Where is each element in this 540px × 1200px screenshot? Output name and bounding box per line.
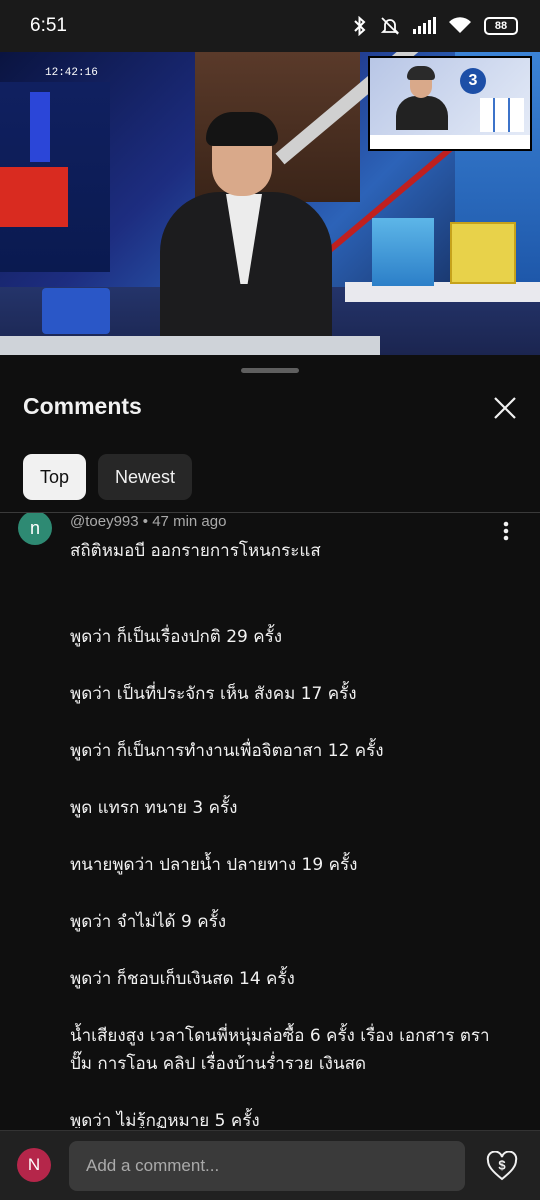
comment-blank-line	[70, 651, 510, 680]
drag-handle[interactable]	[241, 368, 299, 373]
status-time: 6:51	[30, 15, 67, 36]
add-comment-input[interactable]	[69, 1141, 465, 1191]
picture-in-picture-ad: 3	[368, 56, 532, 151]
show-logo-graphic	[0, 92, 68, 227]
comment-line: สถิติหมอบี ออกรายการโหนกระแส	[70, 541, 321, 561]
comment-line: พูดว่า ก็ชอบเก็บเงินสด 14 ครั้ง	[70, 968, 295, 989]
my-avatar[interactable]: N	[17, 1148, 51, 1182]
video-player[interactable]: 12:42:16 3	[0, 52, 540, 355]
product-bottles	[480, 98, 524, 132]
comment-sort-chips: Top Newest	[23, 454, 193, 500]
avatar[interactable]: n	[18, 513, 52, 545]
video-timecode: 12:42:16	[45, 67, 98, 79]
bluetooth-icon	[354, 16, 366, 36]
chip-top[interactable]: Top	[23, 454, 87, 500]
comment-blank-line	[70, 566, 510, 595]
svg-text:$: $	[498, 1158, 506, 1173]
comment-line: ทนายพูดว่า ปลายน้ำ ปลายทาง 19 ครั้ง	[70, 854, 358, 875]
pip-presenter-body	[396, 96, 448, 130]
comment-blank-line	[70, 822, 510, 851]
battery-icon: 88	[484, 17, 518, 35]
comment-line: พูดว่า ก็เป็นการทำงานเพื่อจิตอาสา 12 ครั…	[70, 740, 384, 761]
comment-item: n @toey993 • 47 min ago สถิติหมอบี ออกรา…	[0, 513, 540, 1128]
channel-3-logo-icon: 3	[460, 68, 486, 94]
close-button[interactable]	[488, 391, 522, 425]
comment-blank-line	[70, 594, 510, 623]
chip-newest[interactable]: Newest	[98, 454, 193, 500]
pip-info-bar	[370, 135, 530, 149]
comment-blank-line	[70, 765, 510, 794]
comment-meta: @toey993 • 47 min ago	[70, 513, 226, 530]
show-logo-badge	[42, 288, 110, 334]
comment-blank-line	[70, 936, 510, 965]
comment-line: พูดว่า ไม่รู้กฏหมาย 5 ครั้ง	[70, 1111, 260, 1128]
anchor-hair	[206, 112, 278, 146]
comment-blank-line	[70, 708, 510, 737]
status-icons: 88	[352, 16, 518, 36]
comment-line: น้ำเสียงสูง เวลาโดนพี่หนุ่มล่อซื้อ 6 ครั…	[70, 1025, 490, 1075]
comment-blank-line	[70, 879, 510, 908]
comment-line: พูดว่า ก็เป็นเรื่องปกติ 29 ครั้ง	[70, 626, 283, 647]
battery-level: 88	[494, 20, 508, 32]
comments-title: Comments	[23, 393, 142, 419]
comment-author[interactable]: @toey993	[70, 513, 139, 530]
product-display-2	[450, 222, 516, 284]
comment-line: พูดว่า จำไม่ได้ 9 ครั้ง	[70, 911, 227, 932]
super-thanks-button[interactable]: $	[484, 1148, 520, 1184]
super-thanks-icon: $	[486, 1151, 518, 1181]
pip-presenter-hair	[407, 66, 435, 80]
comment-line: พูด แทรก ทนาย 3 ครั้ง	[70, 797, 238, 818]
comments-panel: Comments Top Newest n @toey993 • 47 min …	[0, 355, 540, 1200]
close-icon	[494, 397, 516, 419]
product-display	[372, 218, 434, 286]
comment-line: พูดว่า เป็นที่ประจักร เห็น สังคม 17 ครั้…	[70, 683, 357, 704]
signal-icon	[413, 17, 436, 34]
meta-separator: •	[142, 513, 149, 530]
comment-blank-line	[70, 1079, 510, 1108]
status-bar: 6:51 88	[0, 0, 540, 52]
desk-top	[0, 336, 380, 355]
comment-time: 47 min ago	[152, 513, 227, 530]
comment-blank-line	[70, 993, 510, 1022]
bell-muted-icon	[380, 17, 400, 35]
comment-body: สถิติหมอบี ออกรายการโหนกระแส พูดว่า ก็เป…	[70, 537, 510, 1128]
comment-composer: N $	[0, 1130, 540, 1200]
wifi-icon	[449, 17, 471, 33]
